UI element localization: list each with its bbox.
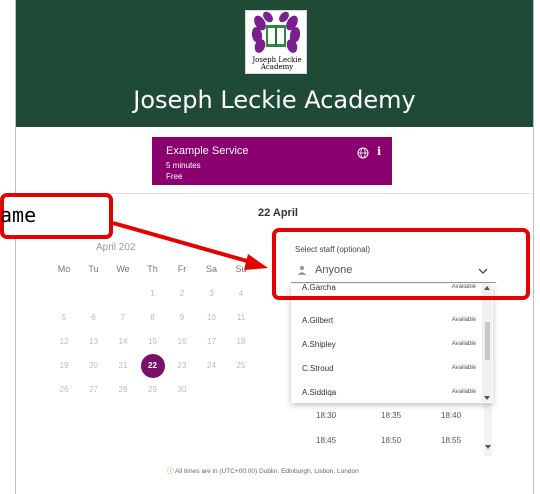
scroll-down-arrow-icon[interactable]: [485, 444, 491, 450]
calendar-day[interactable]: 29: [141, 378, 165, 402]
time-slot[interactable]: 18:50: [381, 436, 401, 445]
page-title: Joseph Leckie Academy: [133, 86, 416, 114]
calendar-day[interactable]: 5: [52, 306, 76, 330]
scroll-down-arrow-icon[interactable]: [484, 395, 490, 401]
calendar-day[interactable]: 15: [141, 330, 165, 354]
time-slot[interactable]: 18:45: [316, 436, 336, 445]
staff-option[interactable]: A.Shipley Available: [291, 334, 484, 358]
calendar-day[interactable]: 17: [200, 330, 224, 354]
calendar-month-label: April 202: [96, 242, 136, 253]
time-slot[interactable]: 18:55: [441, 436, 461, 445]
weekday-header: Tu: [88, 264, 99, 274]
staff-option-name: C.Stroud: [302, 364, 334, 373]
calendar-day[interactable]: 3: [200, 282, 224, 306]
calendar-day[interactable]: 18: [229, 330, 253, 354]
timezone-note-text: All times are in (UTC+00:00) Dublin, Edi…: [174, 468, 359, 475]
staff-option-name: A.Gilbert: [302, 316, 334, 325]
calendar-day[interactable]: 1: [141, 282, 165, 306]
calendar-day[interactable]: 21: [111, 354, 135, 378]
calendar-day[interactable]: 27: [82, 378, 106, 402]
selected-date-heading: 22 April: [258, 207, 298, 219]
calendar-day[interactable]: 16: [170, 330, 194, 354]
staff-option-status: Available: [451, 341, 476, 347]
calendar-day[interactable]: 26: [52, 378, 76, 402]
calendar-day[interactable]: 22: [140, 354, 165, 378]
weekday-header: Fr: [177, 264, 187, 274]
staff-option[interactable]: A.Gilbert Available: [291, 310, 484, 334]
weekday-header: Su: [235, 264, 247, 274]
calendar-day[interactable]: 6: [82, 306, 106, 330]
calendar-day[interactable]: 8: [141, 306, 165, 330]
calendar-day[interactable]: 23: [170, 354, 194, 378]
calendar-day[interactable]: 10: [200, 306, 224, 330]
weekday-header: Sa: [205, 264, 217, 274]
calendar-day[interactable]: 12: [52, 330, 76, 354]
staff-option[interactable]: A.Siddiqa Available: [291, 382, 484, 403]
staff-option-status: Available: [451, 389, 476, 395]
staff-options-list: A.Garcha Available A.Gilbert Available A.Shi…: [291, 284, 493, 403]
calendar-day[interactable]: 14: [111, 330, 135, 354]
weekday-header: Th: [147, 264, 158, 274]
calendar-day[interactable]: 2: [170, 282, 194, 306]
calendar-day[interactable]: 9: [170, 306, 194, 330]
calendar-day[interactable]: 20: [82, 354, 106, 378]
calendar-day[interactable]: 11: [229, 306, 253, 330]
staff-list-scroll-thumb[interactable]: [485, 322, 490, 360]
staff-option-status: Available: [451, 317, 476, 323]
academy-logo: Joseph Leckie Academy: [245, 10, 307, 74]
timezone-note: ⓘ All times are in (UTC+00:00) Dublin, E…: [167, 465, 359, 475]
calendar-day[interactable]: 7: [111, 306, 135, 330]
service-price: Free: [166, 172, 183, 181]
weekday-header: We: [116, 264, 130, 274]
time-slot[interactable]: 18:35: [381, 411, 401, 420]
service-card[interactable]: Example Service 5 minutes Free i: [152, 137, 392, 185]
time-slot[interactable]: 18:30: [316, 411, 336, 420]
staff-option-name: A.Siddiqa: [302, 388, 337, 397]
staff-option[interactable]: C.Stroud Available: [291, 358, 484, 382]
staff-option-status: Available: [451, 365, 476, 371]
weekday-header: Mo: [57, 264, 71, 274]
laurel-book-icon: [251, 11, 301, 53]
calendar-day[interactable]: 13: [82, 330, 106, 354]
logo-caption: Joseph Leckie Academy: [252, 56, 302, 71]
calendar-day[interactable]: 28: [111, 378, 135, 402]
warning-icon: ⓘ: [167, 468, 174, 475]
service-duration: 5 minutes: [166, 161, 201, 170]
annotation-highlight-box: [272, 228, 530, 300]
time-slot[interactable]: 18:40: [441, 411, 461, 420]
annotation-callout-text: ame: [0, 203, 37, 227]
calendar-day[interactable]: 30: [170, 378, 194, 402]
service-name: Example Service: [166, 145, 249, 157]
calendar-day[interactable]: 24: [200, 354, 224, 378]
calendar-day[interactable]: 25: [229, 354, 253, 378]
calendar-day[interactable]: 4: [229, 282, 253, 306]
globe-icon[interactable]: [357, 147, 369, 159]
info-icon[interactable]: i: [377, 145, 381, 158]
calendar-day[interactable]: 19: [52, 354, 76, 378]
staff-option-name: A.Shipley: [302, 340, 336, 349]
